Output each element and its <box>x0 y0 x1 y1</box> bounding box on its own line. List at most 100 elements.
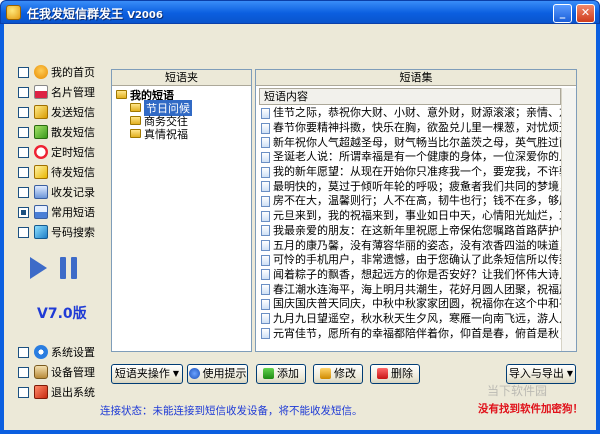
edit-button[interactable]: 修改 <box>313 364 363 384</box>
close-button[interactable]: ✕ <box>576 4 595 23</box>
nav-checkbox[interactable] <box>18 86 29 98</box>
vertical-scrollbar[interactable] <box>561 88 576 351</box>
edit-icon <box>320 368 331 379</box>
sidebar-item-home[interactable]: 我的首页 <box>18 62 108 82</box>
document-icon <box>261 298 270 310</box>
sidebar-item-number-search[interactable]: 号码搜索 <box>18 222 108 242</box>
dongle-warning: 没有找到软件加密狗！ <box>478 403 583 415</box>
document-icon <box>261 107 270 119</box>
list-item[interactable]: 五月的康乃馨，没有薄容华丽的姿态，没有浓香四溢的味道，只是 <box>259 238 561 253</box>
pause-icon[interactable] <box>60 257 78 279</box>
nav-checkbox[interactable] <box>18 206 29 218</box>
window-title: 任我发短信群发王 V2006 <box>27 7 163 21</box>
nav-checkbox[interactable] <box>18 146 29 158</box>
sidebar-item-phrases[interactable]: 常用短语 <box>18 202 108 222</box>
list-item[interactable]: 闻着粽子的飘香，想起远方的你是否安好？让我们怀伟大诗人的福 <box>259 268 561 283</box>
sidebar-item-scheduled[interactable]: 定时短信 <box>18 142 108 162</box>
list-item[interactable]: 元宵佳节，愿所有的幸福都陪伴着你，仰首是春，俯首是秋；愿所 <box>259 326 561 341</box>
document-icon <box>261 166 270 178</box>
watermark: 当下软件园 <box>487 384 548 398</box>
help-icon <box>188 368 200 379</box>
minimize-button[interactable]: _ <box>553 4 572 23</box>
phrase-list-panel: 短语集 短语内容 佳节之际，恭祝你大财、小财、意外财，财源滚滚；亲情、友情、爱情… <box>255 69 577 352</box>
list-item[interactable]: 圣诞老人说：所谓幸福是有一个健康的身体，一位深爱你的人，一 <box>259 150 561 165</box>
window-version: V2006 <box>127 10 163 21</box>
nav-checkbox[interactable] <box>18 186 29 198</box>
phrases-icon <box>34 205 48 219</box>
sidebar-item-label: 收发记录 <box>51 186 95 199</box>
list-item[interactable]: 我最亲爱的朋友：在这新年里祝愿上帝保佑您嘱路首路萨护住您财 <box>259 224 561 239</box>
sidebar-item-pending[interactable]: 待发短信 <box>18 162 108 182</box>
settings-icon <box>34 345 48 359</box>
connection-status: 连接状态：未能连接到短信收发设备，将不能收发短信。 <box>100 405 363 417</box>
chevron-down-icon: ▼ <box>566 369 574 378</box>
record-icon <box>34 185 48 199</box>
nav-checkbox[interactable] <box>18 386 29 398</box>
play-icon[interactable] <box>30 257 47 279</box>
delete-button[interactable]: 删除 <box>370 364 420 384</box>
sidebar-item-settings[interactable]: 系统设置 <box>18 342 108 362</box>
document-icon <box>261 151 270 163</box>
nav-checkbox[interactable] <box>18 66 29 78</box>
phrase-folder-panel: 短语夹 我的短语 节日问候 商务交往 真情祝福 <box>111 69 252 352</box>
import-export-button[interactable]: 导入与导出 ▼ <box>506 364 576 384</box>
sidebar-item-label: 发送短信 <box>51 106 95 119</box>
pending-icon <box>34 165 48 179</box>
button-label: 添加 <box>277 367 299 380</box>
list-item[interactable]: 房不在大，温馨则行；人不在高，韧牛也行；钱不在多，够用就行； <box>259 194 561 209</box>
nav-checkbox[interactable] <box>18 166 29 178</box>
tree-item-blessings[interactable]: 真情祝福 <box>130 127 192 141</box>
list-item[interactable]: 九月九日望遥空，秋水秋天生夕风，寒雁一向南飞远，游人几度菊 <box>259 312 561 327</box>
title-bar[interactable]: 任我发短信群发王 V2006 _ ✕ <box>0 0 600 24</box>
list-item[interactable]: 可怜的手机用户，非常遗憾，由于您确认了此条短信所以传染了恶 <box>259 253 561 268</box>
phrase-panel-header: 短语集 <box>256 70 576 86</box>
sidebar-nav: 我的首页 名片管理 发送短信 散发短信 定时短信 待发短信 收发记录 常用短语 <box>18 62 108 242</box>
sidebar-item-send[interactable]: 发送短信 <box>18 102 108 122</box>
sidebar-item-label: 系统设置 <box>51 346 95 359</box>
sidebar-item-label: 待发短信 <box>51 166 95 179</box>
phrase-column-header[interactable]: 短语内容 <box>259 88 561 105</box>
button-label: 短语夹操作 <box>114 367 170 380</box>
sidebar-item-label: 常用短语 <box>51 206 95 219</box>
sidebar-system-nav: 系统设置 设备管理 退出系统 <box>18 342 108 402</box>
card-icon <box>34 85 48 99</box>
home-icon <box>34 65 48 79</box>
button-label: 修改 <box>334 367 356 380</box>
folder-ops-button[interactable]: 短语夹操作 ▼ <box>111 364 183 384</box>
chevron-down-icon: ▼ <box>172 369 180 378</box>
help-button[interactable]: 使用提示 <box>187 364 248 384</box>
nav-checkbox[interactable] <box>18 226 29 238</box>
nav-checkbox[interactable] <box>18 366 29 378</box>
list-item[interactable]: 春江潮水连海平，海上明月共潮生，花好月圆人团聚，祝福声声伴 <box>259 282 561 297</box>
list-item[interactable]: 元旦来到，我的祝福来到，事业如日中天，心情阳光灿烂，工资地 <box>259 209 561 224</box>
list-item[interactable]: 佳节之际，恭祝你大财、小财、意外财，财源滚滚；亲情、友情、爱情 <box>259 106 561 121</box>
document-icon <box>261 269 270 281</box>
sidebar-item-records[interactable]: 收发记录 <box>18 182 108 202</box>
document-icon <box>261 313 270 325</box>
sidebar-item-devices[interactable]: 设备管理 <box>18 362 108 382</box>
document-icon <box>261 240 270 252</box>
nav-checkbox[interactable] <box>18 346 29 358</box>
folder-open-icon <box>116 90 127 99</box>
nav-checkbox[interactable] <box>18 126 29 138</box>
nav-checkbox[interactable] <box>18 106 29 118</box>
clock-icon <box>34 145 48 159</box>
phrase-list: 佳节之际，恭祝你大财、小财、意外财，财源滚滚；亲情、友情、爱情 春节你要精神抖擞… <box>259 106 561 341</box>
document-icon <box>261 328 270 340</box>
sidebar-item-cards[interactable]: 名片管理 <box>18 82 108 102</box>
sidebar-item-label: 散发短信 <box>51 126 95 139</box>
list-item[interactable]: 春节你要精神抖擞，快乐在胸，欲盈兑儿里一棵葱，对忧烦无动于衷 <box>259 121 561 136</box>
document-icon <box>261 225 270 237</box>
list-item[interactable]: 国庆国庆普天同庆，中秋中秋家家团圆，祝福你在这个中和平幸福的 <box>259 297 561 312</box>
sidebar-item-label: 我的首页 <box>51 66 95 79</box>
sidebar-item-exit[interactable]: 退出系统 <box>18 382 108 402</box>
sidebar-item-bulk-send[interactable]: 散发短信 <box>18 122 108 142</box>
sidebar-item-label: 设备管理 <box>51 366 95 379</box>
list-item[interactable]: 最明快的，莫过于倾听年轮的呼吸；疲惫者我们共同的梦境，你我 <box>259 179 561 194</box>
document-icon <box>261 122 270 134</box>
list-item[interactable]: 我的新年愿望：从现在开始你只准疼我一个，要宠我，不许骗我， <box>259 165 561 180</box>
app-icon <box>6 5 21 20</box>
folder-tree: 我的短语 节日问候 商务交往 真情祝福 <box>116 88 192 141</box>
add-button[interactable]: 添加 <box>256 364 306 384</box>
list-item[interactable]: 新年祝你人气超越圣母，财气畅当比尔盖茨之母，英气胜过萨达姆 <box>259 135 561 150</box>
